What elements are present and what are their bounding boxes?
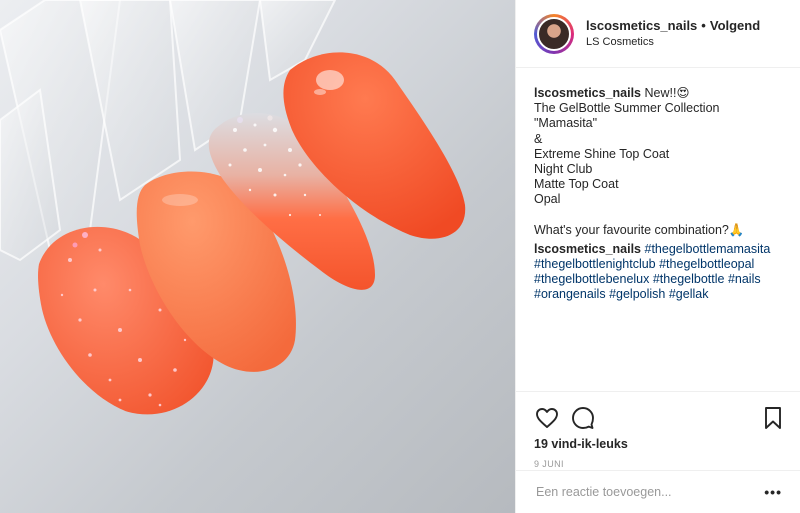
post-sidebar: lscosmetics_nails • Volgend LS Cosmetics l… (515, 0, 800, 513)
caption-line: "Mamasita" (534, 116, 598, 131)
caption-question: What's your favourite combination?🙏 (534, 222, 745, 237)
hashtag-link[interactable]: #nails (728, 272, 761, 286)
post-header: lscosmetics_nails • Volgend LS Cosmetics (516, 0, 800, 68)
hashtag-link[interactable]: #thegelbottlebenelux (534, 272, 649, 286)
caption-line: Opal (534, 192, 561, 207)
instagram-post: lscosmetics_nails • Volgend LS Cosmetics l… (0, 0, 800, 513)
post-actions: 19 vind-ik-leuks 9 JUNI (516, 391, 800, 469)
likes-count[interactable]: 19 vind-ik-leuks (534, 437, 782, 451)
comment-bar: ••• (516, 470, 800, 513)
hashtag-link[interactable]: #thegelbottleopal (659, 257, 754, 271)
header-username-line: lscosmetics_nails • Volgend (586, 17, 760, 34)
hashtag-link[interactable]: #orangenails (534, 287, 606, 301)
more-options-icon[interactable]: ••• (764, 484, 782, 500)
post-date[interactable]: 9 JUNI (534, 459, 782, 469)
hashtag-link[interactable]: #thegelbottlemamasita (645, 242, 771, 256)
hashtag-link[interactable]: #thegelbottle (653, 272, 725, 286)
avatar (537, 16, 571, 51)
caption-username[interactable]: lscosmetics_nails (534, 86, 641, 100)
following-button[interactable]: Volgend (710, 18, 760, 33)
action-icons (534, 400, 782, 436)
caption-line: The GelBottle Summer Collection (534, 101, 720, 116)
post-caption: lscosmetics_nails New!!😍 The GelBottle S… (516, 68, 800, 303)
heart-icon[interactable] (534, 405, 560, 431)
comment-input[interactable] (534, 484, 765, 500)
comment-username[interactable]: lscosmetics_nails (534, 242, 641, 256)
hashtag-link[interactable]: #thegelbottlenightclub (534, 257, 656, 271)
header-username[interactable]: lscosmetics_nails (586, 18, 697, 33)
caption-line: New!!😍 (644, 86, 690, 100)
caption-line: & (534, 131, 543, 146)
hashtag-comment: lscosmetics_nails #thegelbottlemamasita … (534, 242, 782, 303)
comment-bubble-icon[interactable] (570, 405, 596, 431)
bookmark-icon[interactable] (760, 405, 786, 431)
post-image[interactable] (0, 0, 515, 513)
caption-line: Matte Top Coat (534, 177, 619, 192)
hashtag-link[interactable]: #gellak (669, 287, 709, 301)
header-location[interactable]: LS Cosmetics (586, 34, 760, 51)
avatar-story-ring[interactable] (534, 13, 574, 54)
header-text: lscosmetics_nails • Volgend LS Cosmetics (586, 17, 760, 51)
caption-line: Extreme Shine Top Coat (534, 146, 670, 161)
hashtag-link[interactable]: #gelpolish (609, 287, 665, 301)
caption-line: Night Club (534, 162, 593, 177)
nail-swatches-illustration (0, 0, 466, 415)
header-separator: • (701, 17, 706, 33)
